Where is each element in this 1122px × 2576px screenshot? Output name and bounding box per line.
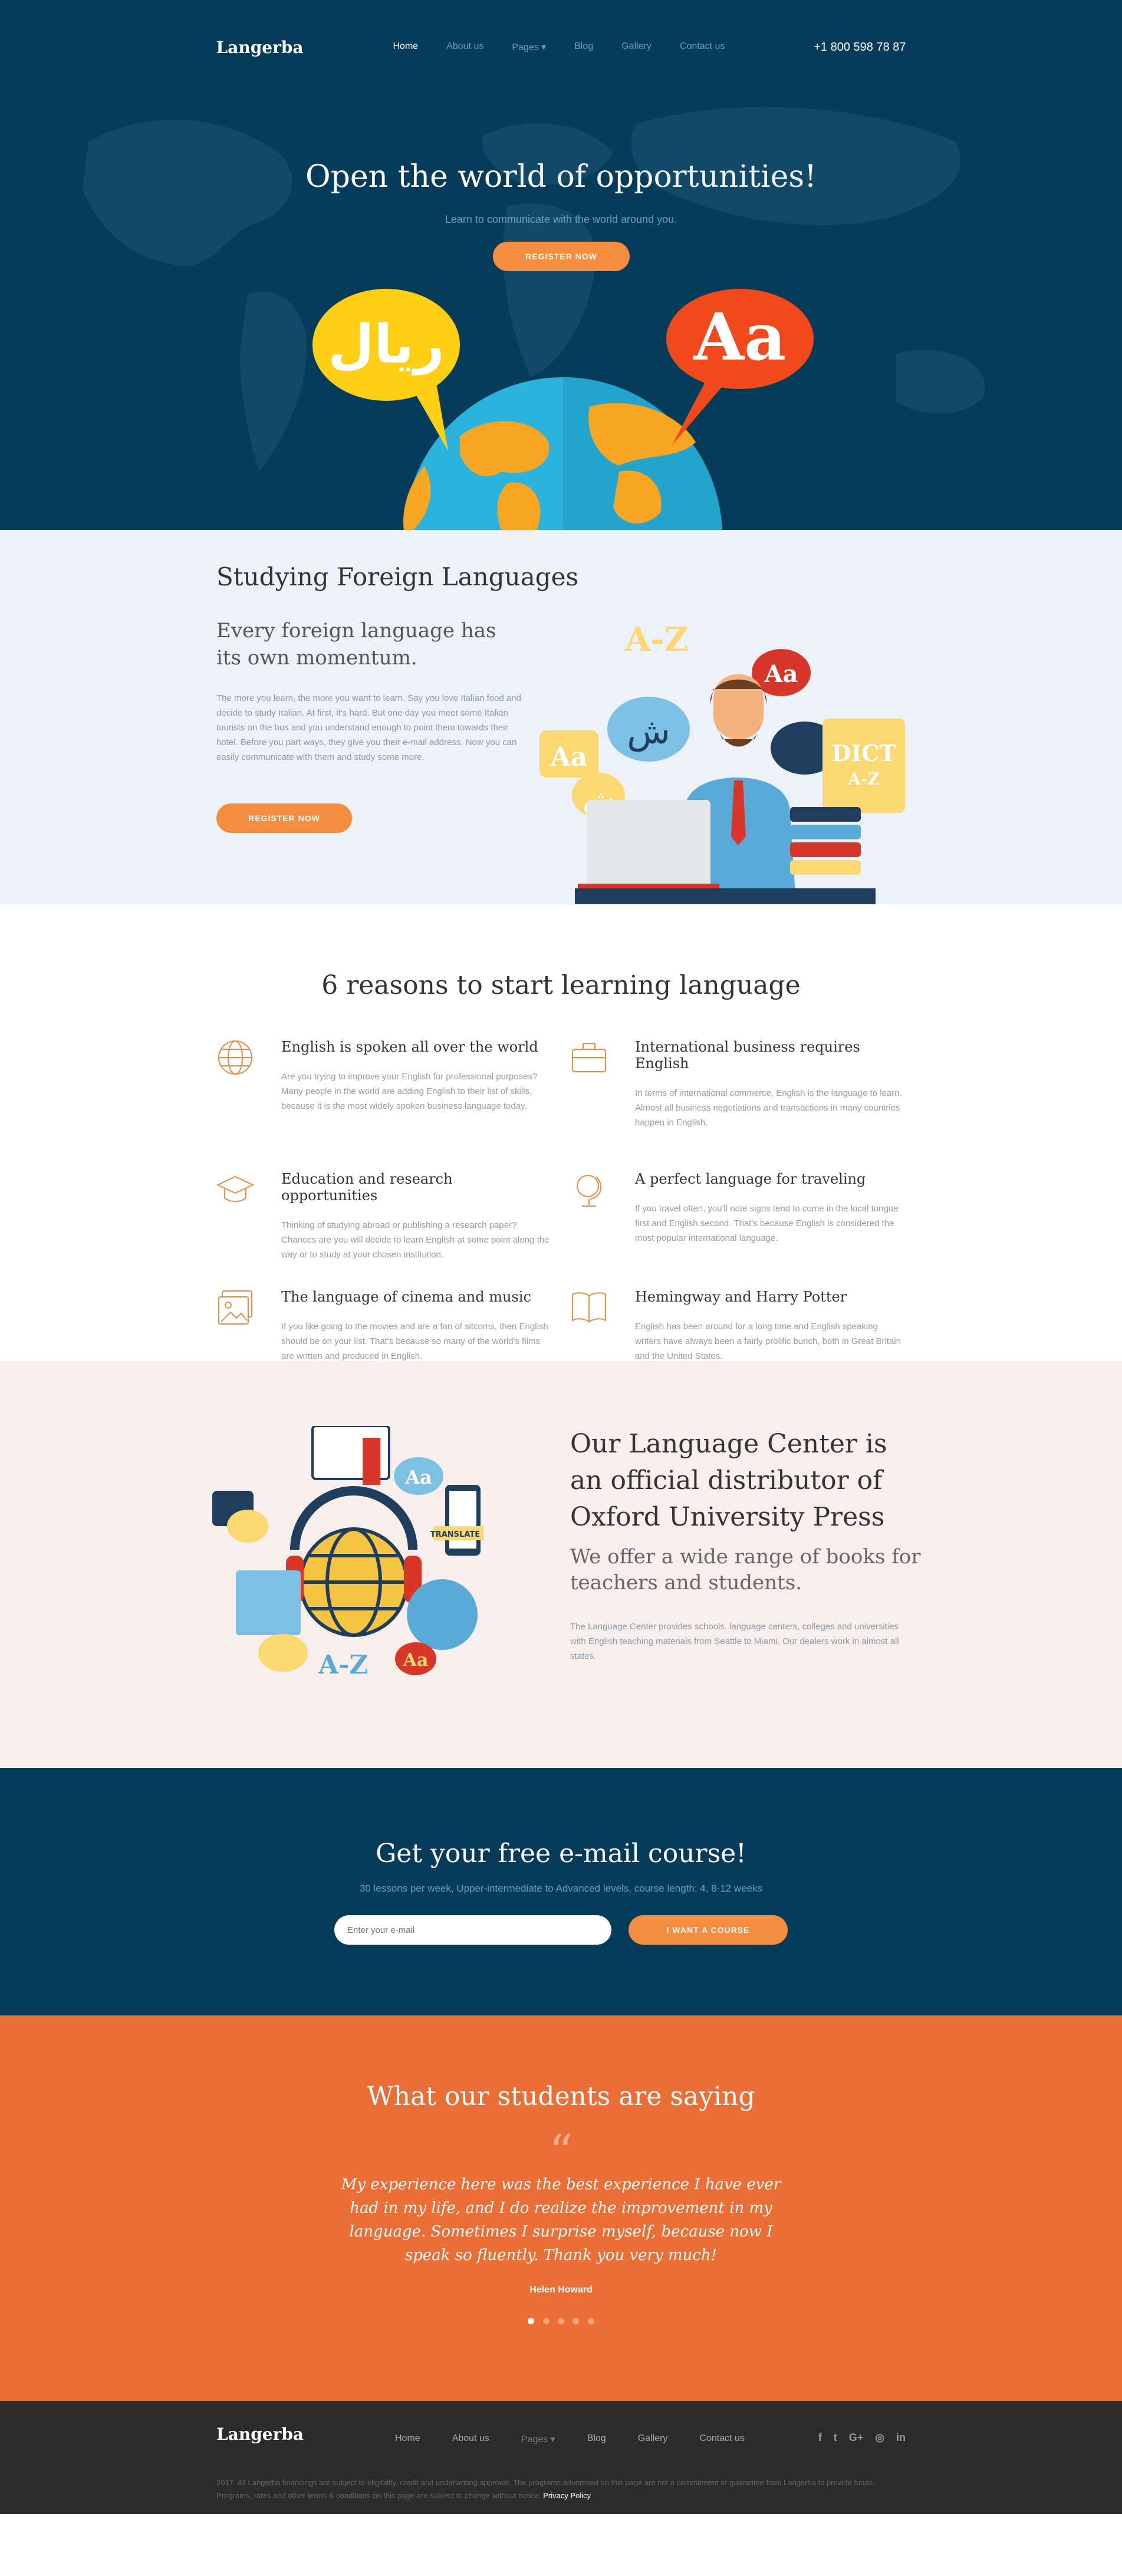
nav-item-pages[interactable]: Pages ▾ [512,41,546,53]
carousel-dots [0,2317,1122,2327]
twitter-icon[interactable]: t [834,2432,837,2444]
picture-icon [218,1290,252,1325]
carousel-dot[interactable] [572,2318,580,2324]
reason-item: The language of cinema and music If you … [216,1289,548,1363]
email-course-title: Get your free e-mail course! [376,1839,746,1869]
nav-item-about[interactable]: About us [446,41,483,53]
reason-title: English is spoken all over the world [281,1039,538,1055]
nav-item-gallery[interactable]: Gallery [621,41,652,53]
graduation-cap-icon [216,1175,254,1202]
study-text: The more you learn, the more you want to… [216,693,521,762]
carousel-dot[interactable] [587,2318,594,2324]
brand-logo[interactable]: Langerba [216,38,393,57]
email-course-subtitle: 30 lessons per week, Upper-intermediate … [359,1883,763,1894]
language-headset-illustration: Aa TRANSLATE A-Z Aa [212,1426,483,1680]
reason-item: International business requires English … [570,1039,902,1130]
privacy-policy-link[interactable]: Privacy Policy [543,2491,591,2500]
quote-mark-icon: “ [549,2124,573,2179]
main-nav: Langerba Home About us Pages ▾ Blog Gall… [216,0,906,94]
az-label: A-Z [318,1650,368,1680]
hero-section: Langerba Home About us Pages ▾ Blog Gall… [0,0,1122,530]
facebook-icon[interactable]: f [818,2432,822,2444]
testimonials-title: What our students are saying [367,2081,755,2111]
hero-globe-illustration: ريال Aa [312,289,814,530]
teacher-illustration: A-Z Aa ش Aa ش DICT A-Z [539,620,905,904]
globe-icon [218,1040,252,1075]
dict-label: DICT [831,740,896,766]
reason-text: In terms of international commerce, Engl… [635,1088,902,1128]
dict-az-label: A-Z [847,769,880,789]
reason-title: Hemingway and Harry Potter [635,1289,847,1305]
reasons-title: 6 reasons to start learning language [321,970,801,1000]
blue-bubble-arabic: ش [627,711,670,752]
study-register-button[interactable]: Register now [216,803,352,833]
testimonials-section: What our students are saying “ My experi… [0,2015,1122,2401]
reason-text: If you travel often, you'll note signs t… [635,1204,899,1243]
google-plus-icon[interactable]: G+ [849,2432,864,2444]
yellow-bubble-aa: Aa [550,742,588,772]
red-bubble-aa: Aa [403,1650,429,1671]
reason-title: A perfect language for traveling [635,1171,866,1187]
email-course-section: Get your free e-mail course! 30 lessons … [0,1768,1122,2015]
oxford-subtitle: We offer a wide range of books for teach… [570,1545,921,1595]
nav-item-blog[interactable]: Blog [574,41,593,53]
reasons-section: 6 reasons to start learning language Eng… [0,904,1122,1361]
phone-number[interactable]: +1 800 598 78 87 [814,41,906,54]
footer-link-gallery[interactable]: Gallery [638,2433,668,2445]
carousel-dot[interactable] [542,2318,550,2324]
oxford-section: Aa TRANSLATE A-Z Aa Our Language Center … [0,1361,1122,1768]
oxford-title: Our Language Center is an official distr… [570,1429,887,1532]
az-label: A-Z [624,620,689,659]
desk-globe-icon [577,1175,602,1207]
reason-title: Education and research opportunities [281,1171,453,1204]
nav-menu: Home About us Pages ▾ Blog Gallery Conta… [393,41,754,53]
reason-item: Education and research opportunities Thi… [216,1171,549,1262]
reason-item: Hemingway and Harry Potter English has b… [570,1289,901,1363]
oxford-text: The Language Center provides schools, la… [570,1622,899,1661]
email-input[interactable] [334,1915,611,1945]
footer-logo[interactable]: Langerba [216,2425,304,2444]
carousel-dot[interactable] [558,2318,564,2324]
instagram-icon[interactable]: ◎ [875,2432,884,2444]
footer-link-contact[interactable]: Contact us [699,2433,744,2445]
footer-link-blog[interactable]: Blog [587,2433,606,2445]
linkedin-icon[interactable]: in [896,2432,906,2444]
social-links: f t G+ ◎ in [818,2432,906,2444]
carousel-dot[interactable] [528,2318,535,2324]
reason-item: English is spoken all over the world Are… [216,1039,547,1114]
hero-register-button[interactable]: Register now [493,242,630,271]
reason-item: A perfect language for traveling If you … [570,1171,900,1246]
bubble-aa-text: Aa [693,299,787,375]
reason-title: The language of cinema and music [281,1289,531,1305]
study-subtitle: Every foreign language has its own momen… [216,619,496,670]
reason-text: Are you trying to improve your English f… [281,1072,538,1111]
reason-text: If you like going to the movies and are … [281,1322,548,1361]
translate-label: TRANSLATE [430,1530,480,1539]
footer-link-about[interactable]: About us [452,2433,489,2445]
want-course-button[interactable]: I want a course [629,1915,788,1945]
nav-item-home[interactable]: Home [393,41,419,53]
bubble-arabic-text: ريال [328,314,445,375]
legal-text: 2017. All Langerba financings are subjec… [216,2476,906,2502]
reason-text: English has been around for a long time … [635,1322,901,1361]
footer-link-pages[interactable]: Pages ▾ [521,2433,555,2445]
briefcase-icon [572,1043,606,1072]
testimonial-author: Helen Howard [529,2285,593,2295]
studying-section: Studying Foreign Languages Every foreign… [0,530,1122,904]
red-bubble-aa: Aa [764,660,798,688]
open-book-icon [572,1292,606,1323]
blue-bubble-aa: Aa [404,1466,432,1488]
footer: Langerba Home About us Pages ▾ Blog Gall… [0,2401,1122,2514]
footer-menu: Home About us Pages ▾ Blog Gallery Conta… [395,2433,776,2445]
nav-item-contact[interactable]: Contact us [680,41,725,53]
reason-text: Thinking of studying abroad or publishin… [281,1220,550,1260]
testimonial-quote: My experience here was the best experien… [341,2176,781,2264]
footer-link-home[interactable]: Home [395,2433,420,2445]
reason-title: International business requires English [635,1039,860,1072]
study-title: Studying Foreign Languages [216,562,579,591]
